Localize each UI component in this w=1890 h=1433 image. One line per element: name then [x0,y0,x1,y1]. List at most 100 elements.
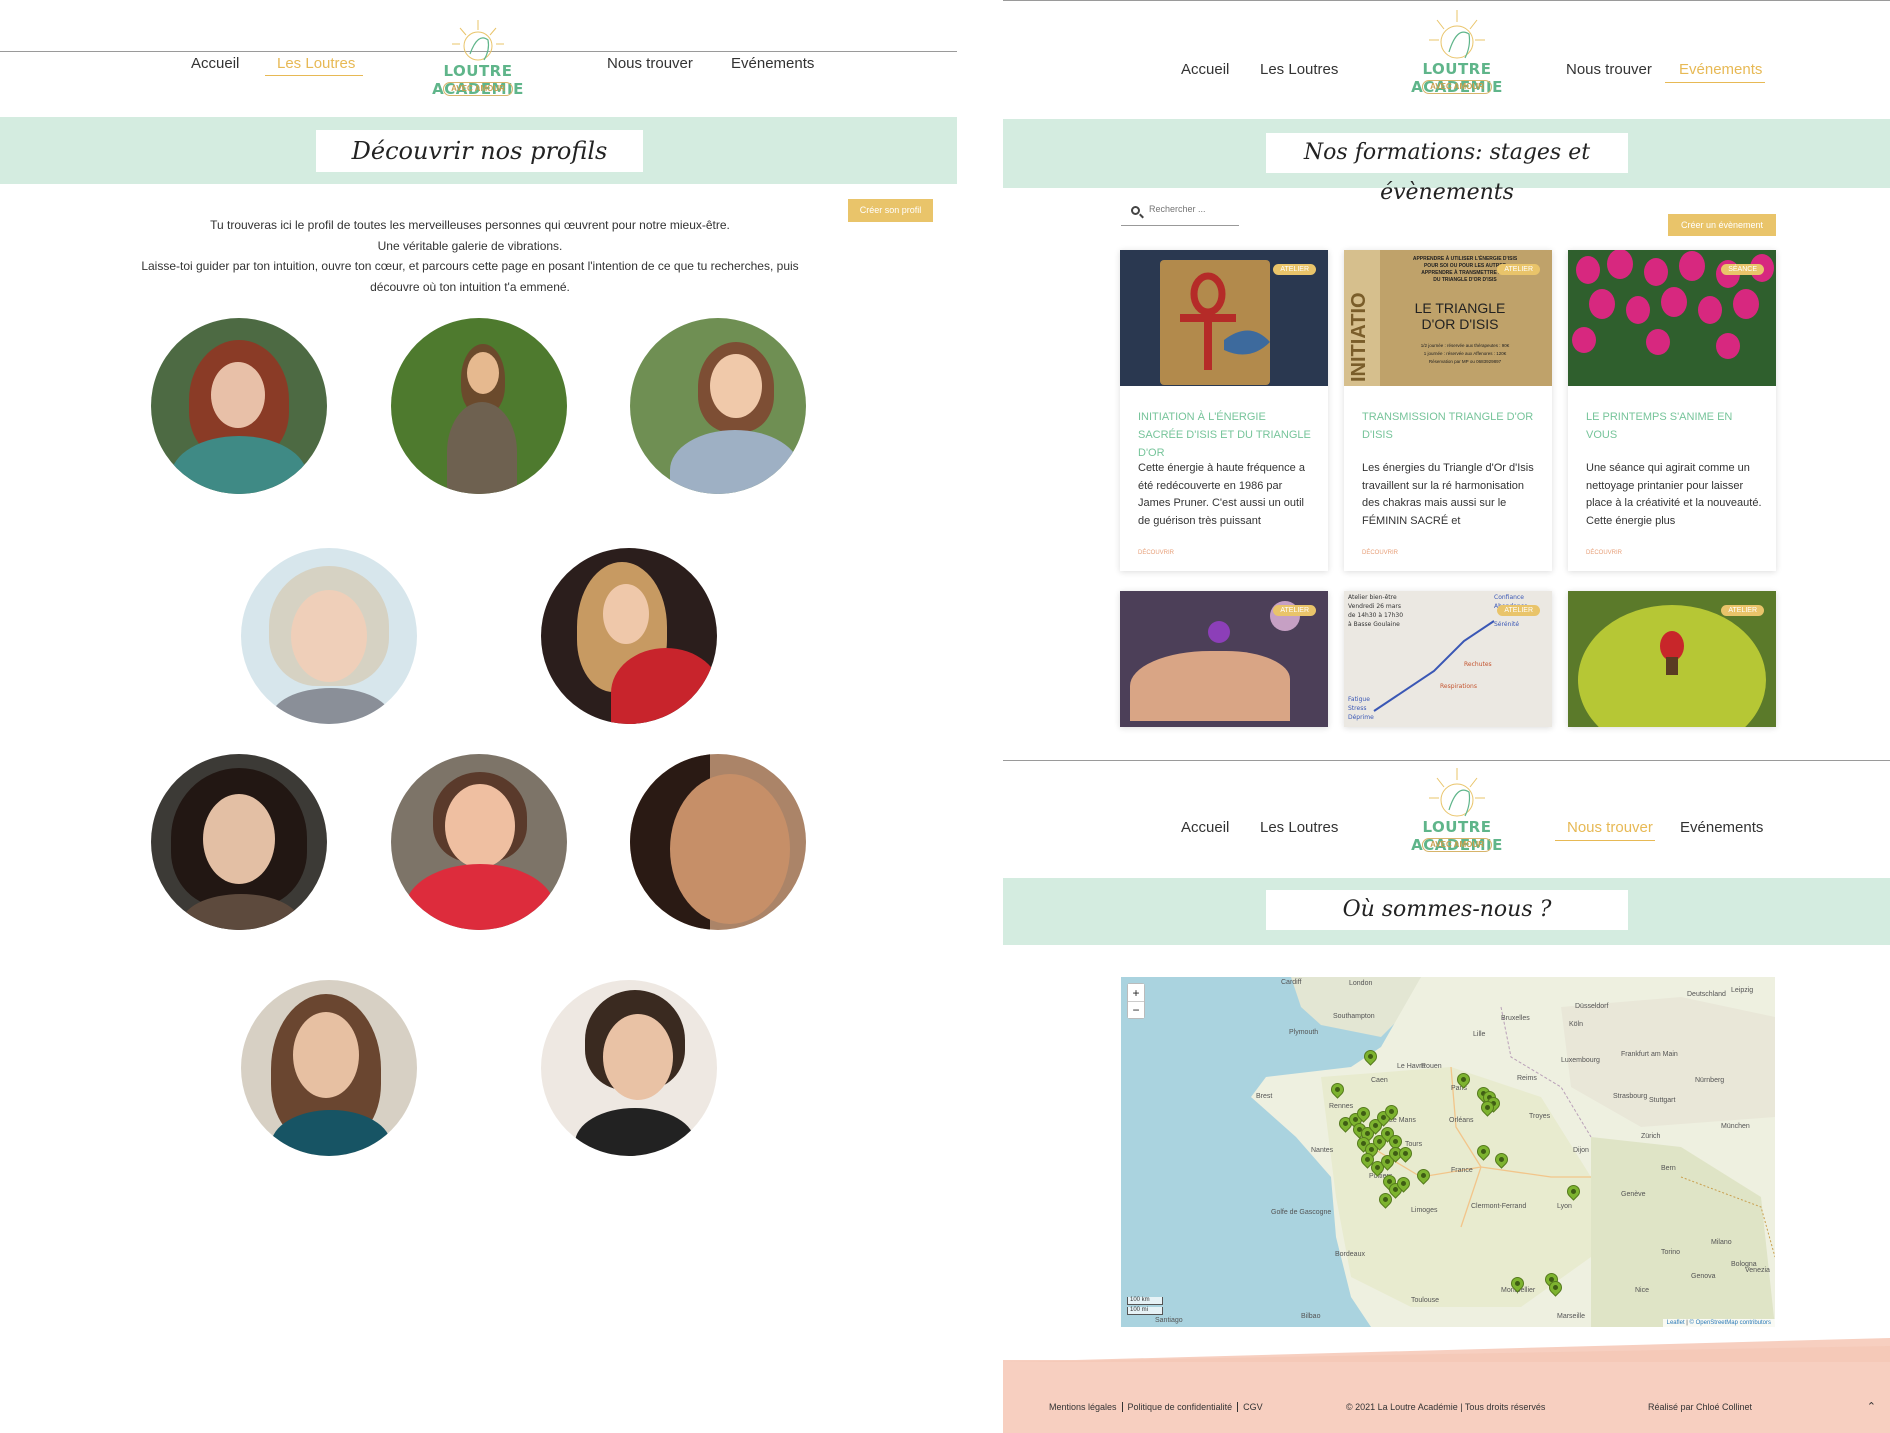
map-city-label: Golfe de Gascogne [1271,1209,1332,1216]
event-title[interactable]: INITIATION À L'ÉNERGIE SACRÉE D'ISIS ET … [1138,408,1312,462]
event-badge: ATELIER [1721,605,1764,616]
map-city-label: Leipzig [1731,987,1754,994]
privacy-link[interactable]: Politique de confidentialité [1121,1402,1238,1412]
event-card[interactable]: ATELIER [1568,591,1776,727]
event-image: SÉANCE [1568,250,1776,386]
event-card[interactable]: Atelier bien-être Vendredi 26 mars de 14… [1344,591,1552,727]
map-city-label: Luxembourg [1561,1057,1600,1064]
main-nav: Accueil Les Loutres LOUTRE ACADEMIE AVEC… [0,0,957,116]
create-event-button[interactable]: Créer un évènement [1668,214,1776,236]
profile-avatar[interactable] [541,980,717,1156]
profile-avatar[interactable] [391,318,567,494]
search-input[interactable] [1149,204,1234,214]
intro-line: Tu trouveras ici le profil de toutes les… [210,218,730,232]
event-badge: SÉANCE [1721,264,1764,275]
footer-wave [1003,1338,1890,1362]
search-box[interactable] [1121,200,1239,226]
map-city-label: Marseille [1557,1313,1586,1320]
map-city-label: Plymouth [1289,1029,1319,1036]
map-city-label: München [1721,1123,1750,1130]
main-nav: Accueil Les Loutres LOUTRE ACADEMIE AVEC… [1003,760,1890,876]
poster-line: Réservation par MP ou 0683929897 [1428,359,1502,364]
page-title: Où sommes-nous ? [1266,890,1628,930]
nav-home[interactable]: Accueil [191,55,239,72]
cgv-link[interactable]: CGV [1237,1402,1268,1412]
event-image: ATELIER [1120,591,1328,727]
page-banner: Découvrir nos profils [0,117,957,184]
map-city-label: Bern [1661,1165,1676,1172]
intro-text: Tu trouveras ici le profil de toutes les… [130,215,810,297]
nav-events[interactable]: Evénements [1679,61,1762,78]
nav-events[interactable]: Evénements [731,55,814,72]
map-scale-mi: 100 mi [1127,1307,1163,1315]
create-profile-button[interactable]: Créer son profil [848,199,933,222]
profile-avatar[interactable] [391,754,567,930]
profile-avatar[interactable] [630,754,806,930]
profile-avatar[interactable] [541,548,717,724]
logo[interactable]: LOUTRE ACADEMIE AVEC AMOUR [398,10,558,106]
poster-side-text: INITIATIO [1348,292,1370,382]
poster-headline: LE TRIANGLE D'OR D'ISIS [1414,300,1506,332]
event-card[interactable]: INITIATIO APPRENDRE À UTILISER L'ÉNERGIE… [1344,250,1552,571]
event-image: ATELIER [1568,591,1776,727]
leaflet-link[interactable]: Leaflet [1667,1320,1685,1326]
nav-home[interactable]: Accueil [1181,61,1229,78]
back-to-top-button[interactable]: ⌃ [1867,1400,1876,1413]
event-discover-link[interactable]: DÉCOUVRIR [1138,550,1174,556]
event-discover-link[interactable]: DÉCOUVRIR [1586,550,1622,556]
osm-link[interactable]: © OpenStreetMap contributors [1690,1320,1771,1326]
map-city-label: Brest [1256,1093,1273,1100]
main-nav: Accueil Les Loutres LOUTRE ACADEMIE AVEC… [1003,0,1890,116]
nav-find-us[interactable]: Nous trouver [1567,819,1653,836]
profile-avatar[interactable] [630,318,806,494]
credit: Réalisé par Chloé Collinet [1648,1402,1753,1412]
legal-link[interactable]: Mentions légales [1049,1402,1122,1412]
intro-line: découvre où ton intuition t'a emmené. [370,279,570,294]
event-badge: ATELIER [1497,605,1540,616]
event-title[interactable]: TRANSMISSION TRIANGLE D'OR D'ISIS [1362,408,1536,444]
nav-find-us[interactable]: Nous trouver [1566,61,1652,78]
profile-avatar[interactable] [241,548,417,724]
zoom-in-button[interactable]: + [1128,984,1144,1001]
map-city-label: Rennes [1329,1103,1354,1110]
map-city-label: Dijon [1573,1147,1589,1154]
map-city-label: Southampton [1333,1013,1375,1020]
event-title[interactable]: LE PRINTEMPS S'ANIME EN VOUS [1586,408,1760,444]
nav-home[interactable]: Accueil [1181,819,1229,836]
nav-otters[interactable]: Les Loutres [277,55,355,72]
logo[interactable]: LOUTRE ACADEMIE AVEC AMOUR [1377,762,1537,858]
map-city-label: Bruxelles [1501,1015,1530,1022]
nav-divider [1003,760,1890,761]
map-city-label: Venezia [1745,1267,1770,1274]
map-city-label: Milano [1711,1239,1732,1246]
profiles-page: Accueil Les Loutres LOUTRE ACADEMIE AVEC… [0,0,957,1433]
map-scale-km: 100 km [1127,1297,1163,1305]
zoom-out-button[interactable]: − [1128,1001,1144,1018]
event-excerpt: Les énergies du Triangle d'Or d'Isis tra… [1362,462,1534,527]
event-discover-link[interactable]: DÉCOUVRIR [1362,550,1398,556]
nav-otters[interactable]: Les Loutres [1260,61,1338,78]
profile-avatar[interactable] [241,980,417,1156]
logo-tagline: AVEC AMOUR [443,82,513,96]
event-image: ATELIER [1120,250,1328,386]
otter-sun-icon [452,20,504,61]
event-card[interactable]: SÉANCE LE PRINTEMPS S'ANIME EN VOUS Une … [1568,250,1776,571]
map-city-label: Köln [1569,1021,1584,1028]
logo[interactable]: LOUTRE ACADEMIE AVEC AMOUR [1377,4,1537,100]
event-card[interactable]: ATELIER INITIATION À L'ÉNERGIE SACRÉE D'… [1120,250,1328,571]
profile-avatar[interactable] [151,318,327,494]
locations-map[interactable]: London Cardiff Plymouth Southampton Brux… [1121,977,1775,1327]
map-city-label: Deutschland [1687,991,1726,998]
profile-avatar[interactable] [151,754,327,930]
nav-otters[interactable]: Les Loutres [1260,819,1338,836]
map-city-label: Bordeaux [1335,1251,1365,1258]
logo-tagline: AVEC AMOUR [1422,838,1492,852]
event-badge: ATELIER [1273,264,1316,275]
map-city-label: Düsseldorf [1575,1003,1609,1010]
event-card[interactable]: ATELIER [1120,591,1328,727]
nav-events[interactable]: Evénements [1680,819,1763,836]
map-city-label: Troyes [1529,1113,1551,1120]
nav-find-us[interactable]: Nous trouver [607,55,693,72]
event-badge: ATELIER [1273,605,1316,616]
page-banner: Nos formations: stages et évènements [1003,119,1890,205]
